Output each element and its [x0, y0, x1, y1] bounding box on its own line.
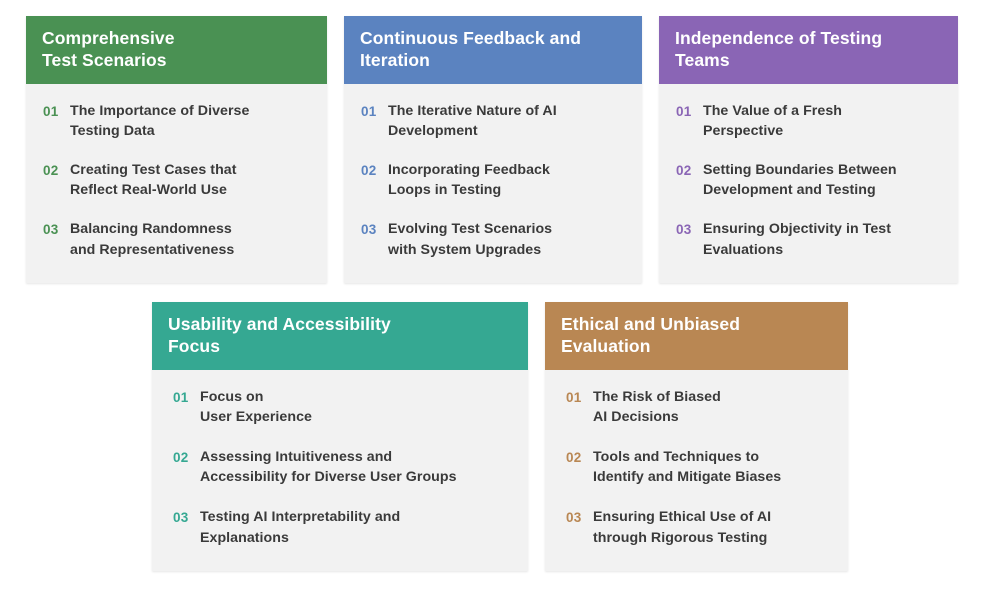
- list-item-number: 03: [173, 510, 189, 526]
- card-usability-and-accessibility-focus: Usability and Accessibility Focus 01 Foc…: [152, 302, 528, 571]
- list-item-number: 01: [566, 389, 582, 405]
- item-list: 01 The Risk of Biased AI Decisions 02 To…: [566, 387, 832, 548]
- list-item: 01 The Value of a Fresh Perspective: [676, 101, 942, 141]
- list-item-number: 02: [173, 450, 189, 466]
- item-list: 01 The Iterative Nature of AI Developmen…: [361, 101, 626, 260]
- card-title: Continuous Feedback and Iteration: [360, 28, 582, 71]
- list-item-label: Creating Test Cases that Reflect Real-Wo…: [70, 162, 237, 199]
- card-header: Independence of Testing Teams: [659, 16, 958, 84]
- list-item-number: 02: [361, 163, 377, 179]
- list-item-label: Tools and Techniques to Identify and Mit…: [593, 449, 782, 486]
- list-item-number: 01: [361, 103, 377, 119]
- list-item-number: 01: [173, 389, 189, 405]
- list-item-label: Ensuring Ethical Use of AI through Rigor…: [593, 509, 772, 546]
- list-item: 03 Ensuring Objectivity in Test Evaluati…: [676, 219, 942, 259]
- list-item-label: The Value of a Fresh Perspective: [703, 102, 842, 139]
- card-body: 01 The Iterative Nature of AI Developmen…: [344, 84, 642, 276]
- list-item: 02 Creating Test Cases that Reflect Real…: [43, 160, 311, 200]
- list-item-number: 02: [676, 163, 692, 179]
- item-list: 01 Focus on User Experience 02 Assessing…: [173, 387, 512, 548]
- list-item-number: 02: [566, 450, 582, 466]
- card-header: Usability and Accessibility Focus: [152, 302, 528, 370]
- list-item: 02 Assessing Intuitiveness and Accessibi…: [173, 447, 512, 487]
- card-independence-of-testing-teams: Independence of Testing Teams 01 The Val…: [659, 16, 958, 283]
- list-item-number: 03: [566, 510, 582, 526]
- list-item-number: 01: [676, 103, 692, 119]
- list-item-number: 03: [361, 222, 377, 238]
- card-continuous-feedback-and-iteration: Continuous Feedback and Iteration 01 The…: [344, 16, 642, 283]
- list-item-label: Ensuring Objectivity in Test Evaluations: [703, 221, 891, 258]
- list-item: 03 Testing AI Interpretability and Expla…: [173, 507, 512, 547]
- list-item-label: Incorporating Feedback Loops in Testing: [388, 162, 550, 199]
- list-item-label: Setting Boundaries Between Development a…: [703, 162, 897, 199]
- list-item: 01 The Iterative Nature of AI Developmen…: [361, 101, 626, 141]
- list-item: 01 The Risk of Biased AI Decisions: [566, 387, 832, 427]
- list-item: 01 Focus on User Experience: [173, 387, 512, 427]
- card-comprehensive-test-scenarios: Comprehensive Test Scenarios 01 The Impo…: [26, 16, 327, 283]
- list-item-label: The Importance of Diverse Testing Data: [70, 102, 250, 139]
- card-title: Independence of Testing Teams: [675, 28, 883, 71]
- list-item-number: 02: [43, 163, 59, 179]
- card-title: Comprehensive Test Scenarios: [42, 28, 175, 71]
- card-body: 01 The Value of a Fresh Perspective 02 S…: [659, 84, 958, 276]
- card-header: Continuous Feedback and Iteration: [344, 16, 642, 84]
- list-item-number: 03: [43, 222, 59, 238]
- list-item: 03 Evolving Test Scenarios with System U…: [361, 219, 626, 259]
- list-item-number: 03: [676, 222, 692, 238]
- card-body: 01 The Risk of Biased AI Decisions 02 To…: [545, 370, 848, 571]
- item-list: 01 The Importance of Diverse Testing Dat…: [43, 101, 311, 260]
- list-item-label: Evolving Test Scenarios with System Upgr…: [388, 221, 553, 258]
- card-ethical-and-unbiased-evaluation: Ethical and Unbiased Evaluation 01 The R…: [545, 302, 848, 571]
- item-list: 01 The Value of a Fresh Perspective 02 S…: [676, 101, 942, 260]
- card-body: 01 Focus on User Experience 02 Assessing…: [152, 370, 528, 571]
- list-item: 01 The Importance of Diverse Testing Dat…: [43, 101, 311, 141]
- list-item-label: Focus on User Experience: [200, 388, 312, 425]
- card-title: Ethical and Unbiased Evaluation: [561, 314, 740, 357]
- list-item: 02 Incorporating Feedback Loops in Testi…: [361, 160, 626, 200]
- list-item-label: The Iterative Nature of AI Development: [388, 102, 557, 139]
- list-item-label: The Risk of Biased AI Decisions: [593, 388, 721, 425]
- list-item-label: Testing AI Interpretability and Explanat…: [200, 509, 401, 546]
- list-item-label: Assessing Intuitiveness and Accessibilit…: [200, 449, 457, 486]
- list-item: 03 Ensuring Ethical Use of AI through Ri…: [566, 507, 832, 547]
- card-header: Ethical and Unbiased Evaluation: [545, 302, 848, 370]
- card-body: 01 The Importance of Diverse Testing Dat…: [26, 84, 327, 276]
- list-item-label: Balancing Randomness and Representativen…: [70, 221, 235, 258]
- list-item: 03 Balancing Randomness and Representati…: [43, 219, 311, 259]
- list-item: 02 Tools and Techniques to Identify and …: [566, 447, 832, 487]
- card-title: Usability and Accessibility Focus: [168, 314, 391, 357]
- list-item-number: 01: [43, 103, 59, 119]
- infographic-canvas: Comprehensive Test Scenarios 01 The Impo…: [0, 0, 985, 594]
- list-item: 02 Setting Boundaries Between Developmen…: [676, 160, 942, 200]
- card-header: Comprehensive Test Scenarios: [26, 16, 327, 84]
